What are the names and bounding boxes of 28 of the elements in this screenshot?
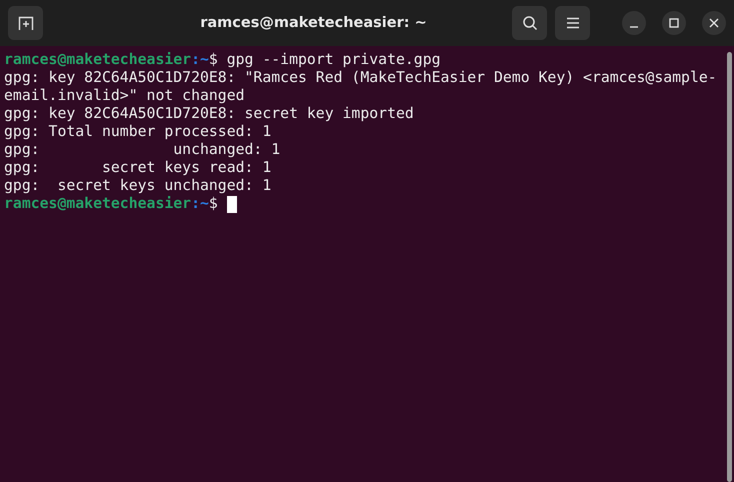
minimize-icon [630, 26, 638, 28]
command-text: gpg --import private.gpg [226, 51, 441, 69]
maximize-button[interactable] [662, 11, 686, 35]
prompt-symbol: $ [208, 195, 219, 213]
search-button[interactable] [512, 6, 547, 40]
output-line: gpg: key 82C64A50C1D720E8: "Ramces Red (MakeTechEasier Demo Key) <ramces@sample- [4, 69, 718, 87]
prompt-user-host: ramces@maketecheasier [4, 51, 192, 69]
output-line: gpg: secret keys unchanged: 1 [4, 177, 272, 195]
scrollbar[interactable] [727, 52, 732, 482]
output-line: gpg: Total number processed: 1 [4, 123, 272, 141]
output-line: email.invalid>" not changed [4, 87, 246, 105]
output-line: gpg: key 82C64A50C1D720E8: secret key imported [4, 105, 415, 123]
menu-icon [566, 17, 580, 29]
search-icon [522, 15, 538, 31]
prompt-path: :~ [191, 51, 209, 69]
close-icon [709, 18, 719, 28]
close-button[interactable] [702, 11, 726, 35]
window-title: ramces@maketecheasier: ~ [199, 15, 428, 31]
prompt-symbol: $ [208, 51, 219, 69]
menu-button[interactable] [555, 6, 590, 40]
prompt-user-host: ramces@maketecheasier [4, 195, 192, 213]
output-line: gpg: secret keys read: 1 [4, 159, 272, 177]
output-line: gpg: unchanged: 1 [4, 141, 282, 159]
minimize-button[interactable] [622, 11, 646, 35]
prompt-path: :~ [191, 195, 209, 213]
new-tab-icon [18, 15, 34, 31]
maximize-icon [669, 18, 679, 28]
new-tab-button[interactable] [8, 6, 43, 40]
